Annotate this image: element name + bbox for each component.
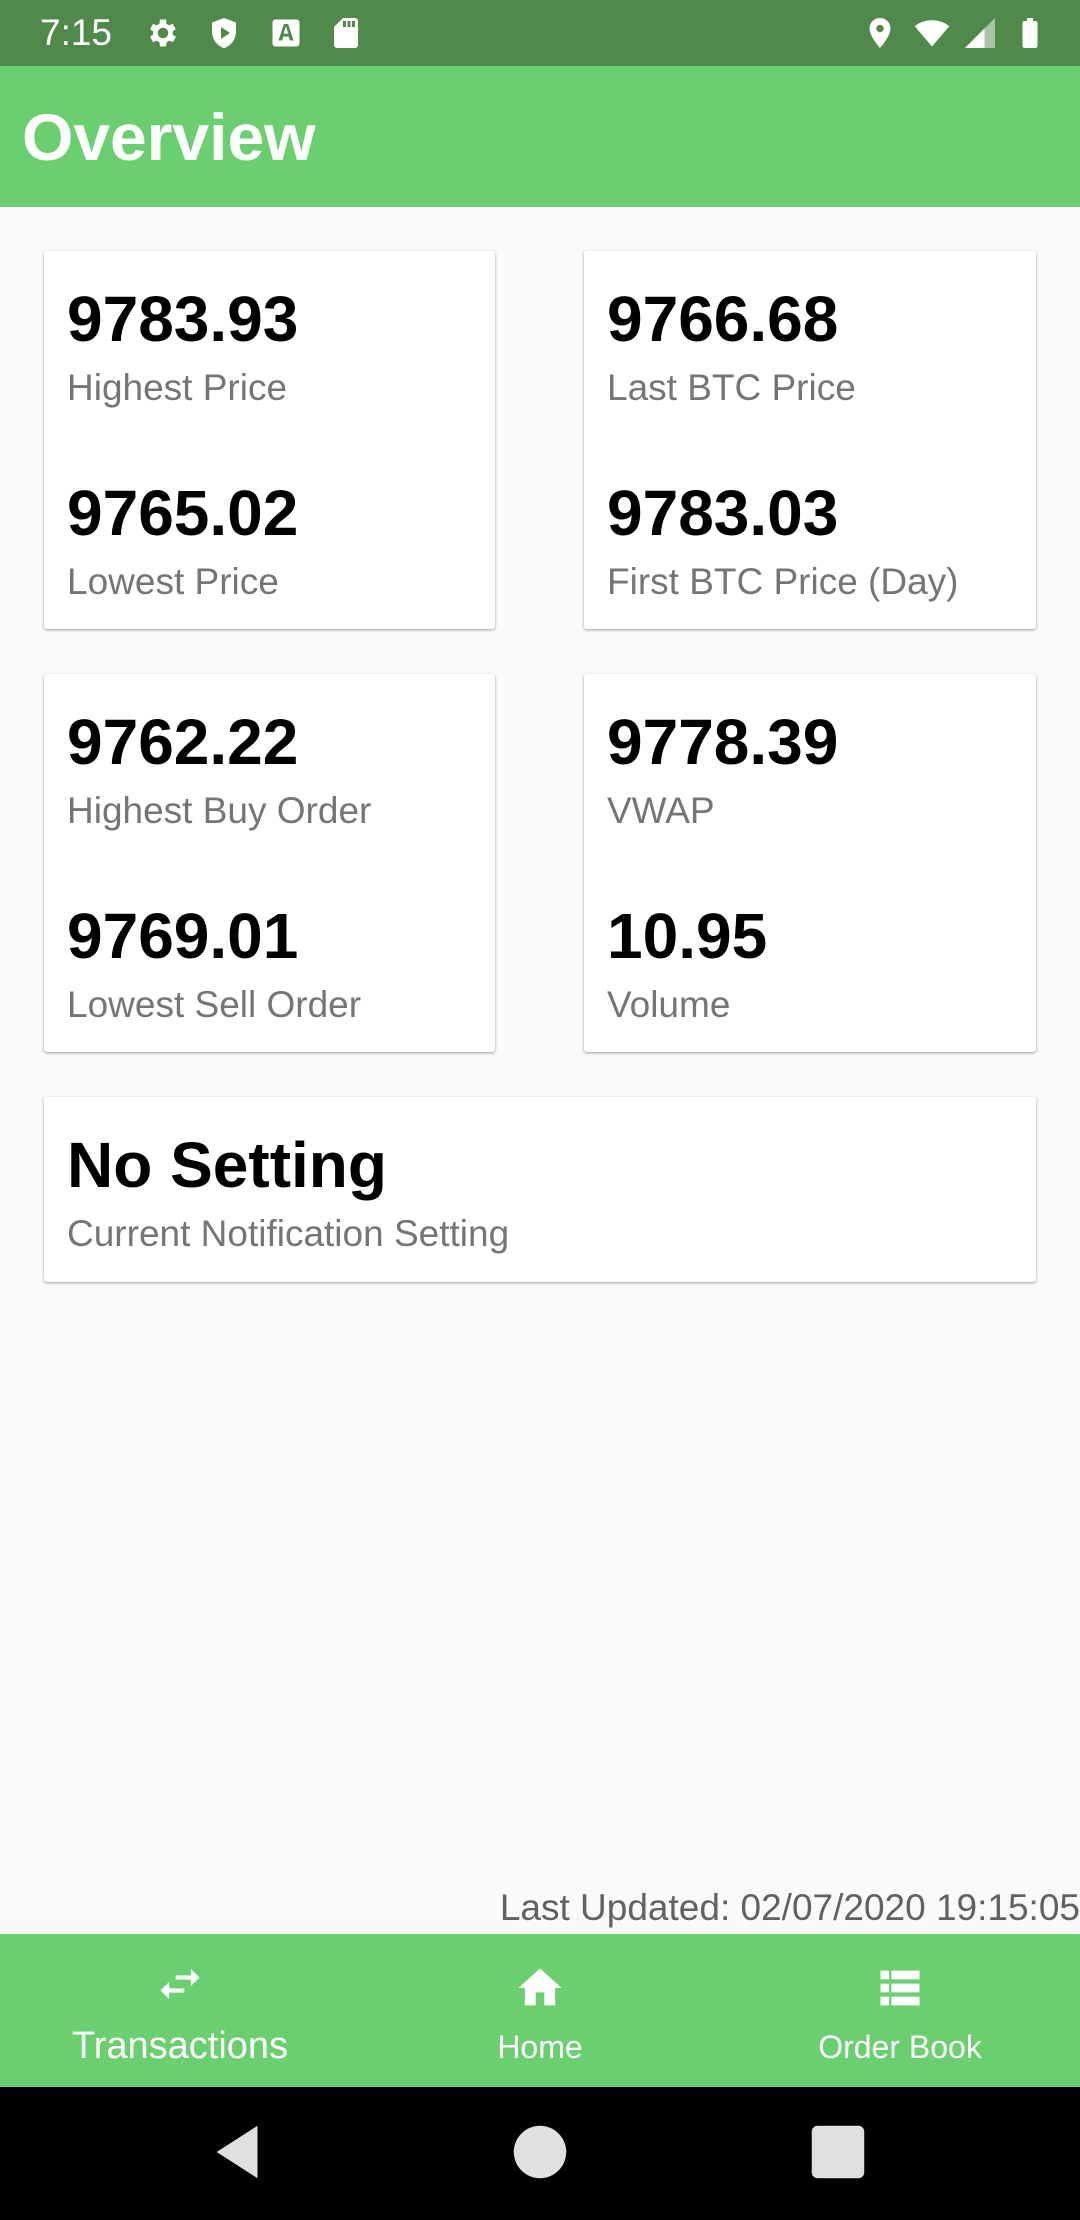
home-icon [518,1968,562,2006]
volume-label: Volume [607,984,731,1025]
lowest-sell-order-value: 9769.01 [67,900,299,972]
lowest-sell-order-label: Lowest Sell Order [67,984,362,1025]
recents-square-icon[interactable] [803,2117,873,2187]
highest-buy-order-label: Highest Buy Order [67,790,372,831]
lowest-price-value: 9765.02 [67,477,299,549]
price-range-card: 9783.93 Highest Price 9765.02 Lowest Pri… [44,251,495,629]
vwap-volume-card: 9778.39 VWAP 10.95 Volume [584,674,1036,1052]
last-updated-text: Last Updated: 02/07/2020 19:15:05 [499,1887,1080,1928]
bottom-navigation: Transactions Home Order Book [0,1934,1080,2087]
system-navigation-bar [0,2087,1080,2220]
last-btc-price-value: 9766.68 [607,283,839,355]
sd-card-icon [334,18,358,48]
status-bar: 7:15 [0,0,1080,66]
list-icon [880,1970,920,2006]
volume-value: 10.95 [607,900,768,972]
signal-icon [965,18,995,48]
highest-buy-order-value: 9762.22 [67,706,299,778]
wifi-icon [914,20,950,47]
status-time: 7:15 [40,12,113,53]
home-circle-icon[interactable] [505,2117,575,2187]
first-btc-price-label: First BTC Price (Day) [607,561,959,602]
last-btc-price-label: Last BTC Price [607,367,856,408]
nav-order-book-label: Order Book [818,2029,982,2065]
back-icon[interactable] [205,2117,275,2187]
lowest-price-label: Lowest Price [67,561,279,602]
page-title: Overview [22,100,316,174]
order-card: 9762.22 Highest Buy Order 9769.01 Lowest… [44,674,495,1052]
vwap-value: 9778.39 [607,706,839,778]
nav-transactions-label: Transactions [71,2025,289,2067]
btc-price-card: 9766.68 Last BTC Price 9783.03 First BTC… [584,251,1036,629]
location-pin-icon [869,18,891,48]
font-a-icon [272,19,300,47]
notification-setting-value: No Setting [67,1129,387,1201]
first-btc-price-value: 9783.03 [607,477,839,549]
vwap-label: VWAP [607,790,715,831]
notification-setting-label: Current Notification Setting [67,1213,510,1254]
nav-home-label: Home [497,2029,583,2065]
play-shield-icon [212,18,236,48]
nav-transactions[interactable]: Transactions [0,1934,360,2087]
notification-setting-card[interactable]: No Setting Current Notification Setting [44,1097,1036,1282]
app-bar: Overview [0,66,1080,207]
highest-price-value: 9783.93 [67,283,299,355]
swap-arrows-icon [160,1968,200,2000]
battery-icon [1022,18,1038,48]
nav-home[interactable]: Home [360,1934,720,2087]
nav-order-book[interactable]: Order Book [720,1934,1080,2087]
highest-price-label: Highest Price [67,367,288,408]
gear-icon [150,19,176,47]
